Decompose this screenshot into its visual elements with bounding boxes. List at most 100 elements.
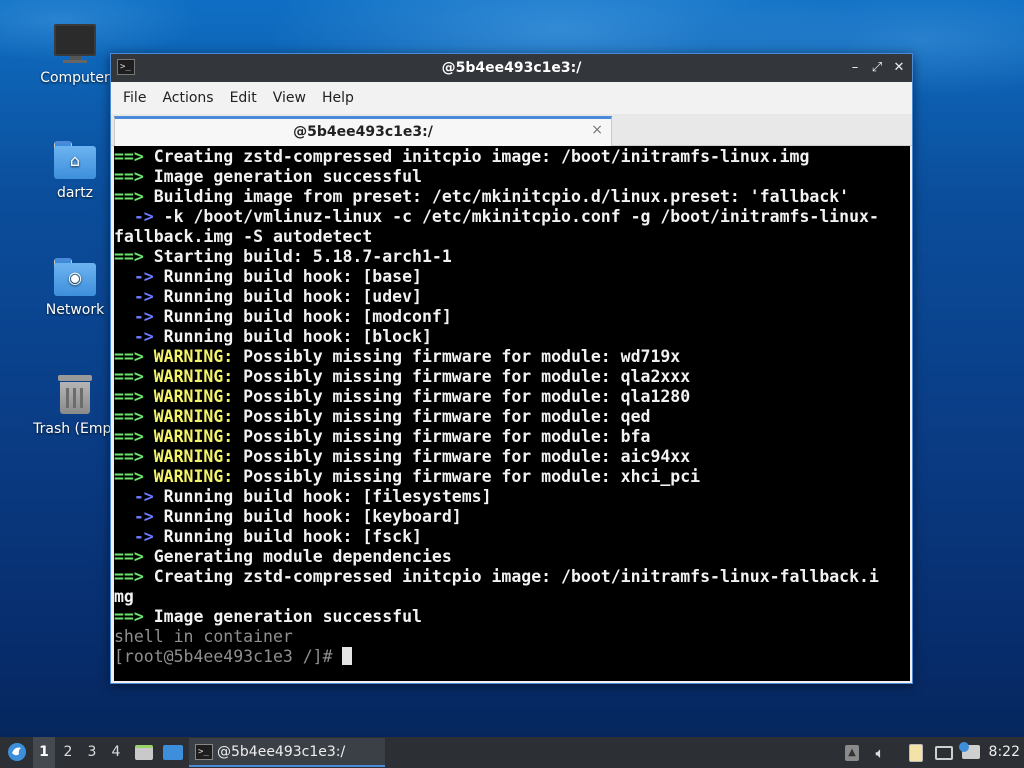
terminal-line: ==> WARNING: Possibly missing firmware f… <box>114 387 910 407</box>
terminal-line: fallback.img -S autodetect <box>114 227 910 247</box>
terminal-window: >_ @5b4ee493c1e3:/ – ⤢ ✕ File Actions Ed… <box>110 53 913 684</box>
line-text: Creating zstd-compressed initcpio image:… <box>143 567 879 586</box>
workspace-4[interactable]: 4 <box>105 737 127 768</box>
terminal-line: -> -k /boot/vmlinuz-linux -c /etc/mkinit… <box>114 207 910 227</box>
sub-arrow: -> <box>114 307 154 326</box>
menu-actions[interactable]: Actions <box>154 90 221 106</box>
terminal-line: ==> Image generation successful <box>114 607 910 627</box>
sub-arrow: -> <box>114 507 154 526</box>
step-arrow: ==> <box>114 567 144 586</box>
line-text: Building image from preset: /etc/mkinitc… <box>143 187 850 206</box>
sub-arrow: -> <box>114 207 154 226</box>
volume-icon[interactable]: 🔈︎ <box>869 742 891 764</box>
terminal-line: ==> Starting build: 5.18.7-arch1-1 <box>114 247 910 267</box>
notification-icon[interactable] <box>959 742 982 764</box>
trash-icon <box>56 373 94 415</box>
text-cursor <box>342 647 353 665</box>
terminal-line: ==> Creating zstd-compressed initcpio im… <box>114 567 910 587</box>
terminal-line: -> Running build hook: [udev] <box>114 287 910 307</box>
line-text: Running build hook: [base] <box>153 267 422 286</box>
step-arrow: ==> <box>114 347 144 366</box>
taskbar: 1 2 3 4 >_ @5b4ee493c1e3:/ ▲ 🔈︎ 8:22 <box>0 737 1024 768</box>
terminal-line: ==> Generating module dependencies <box>114 547 910 567</box>
update-notifier-icon[interactable]: ▲ <box>841 742 863 764</box>
line-text: Creating zstd-compressed initcpio image:… <box>143 147 810 166</box>
terminal-line: ==> Creating zstd-compressed initcpio im… <box>114 147 910 167</box>
line-text: Possibly missing firmware for module: ql… <box>233 387 691 406</box>
app-menu-icon[interactable] <box>4 737 30 768</box>
terminal-output[interactable]: ==> Creating zstd-compressed initcpio im… <box>114 146 910 681</box>
taskbar-terminal-button[interactable]: >_ @5b4ee493c1e3:/ <box>189 738 385 767</box>
terminal-line: ==> WARNING: Possibly missing firmware f… <box>114 407 910 427</box>
window-title: @5b4ee493c1e3:/ <box>441 60 582 76</box>
menu-view[interactable]: View <box>265 90 314 106</box>
shell-prompt-line[interactable]: [root@5b4ee493c1e3 /]# <box>114 647 910 667</box>
terminal-line: ==> Building image from preset: /etc/mki… <box>114 187 910 207</box>
network-folder-icon: ◉ <box>54 258 96 296</box>
terminal-line: -> Running build hook: [base] <box>114 267 910 287</box>
maximize-icon[interactable]: ⤢ <box>868 59 886 77</box>
sub-arrow: -> <box>114 267 154 286</box>
line-text: mg <box>114 587 134 606</box>
warning-label: WARNING: <box>143 387 234 406</box>
step-arrow: ==> <box>114 167 144 186</box>
window-titlebar[interactable]: >_ @5b4ee493c1e3:/ – ⤢ ✕ <box>111 54 912 82</box>
step-arrow: ==> <box>114 247 144 266</box>
step-arrow: ==> <box>114 187 144 206</box>
step-arrow: ==> <box>114 387 144 406</box>
warning-label: WARNING: <box>143 347 234 366</box>
step-arrow: ==> <box>114 447 144 466</box>
warning-label: WARNING: <box>143 447 234 466</box>
close-icon[interactable]: ✕ <box>890 59 908 77</box>
sub-arrow: -> <box>114 327 154 346</box>
step-arrow: ==> <box>114 547 144 566</box>
terminal-line: -> Running build hook: [modconf] <box>114 307 910 327</box>
sub-arrow: -> <box>114 287 154 306</box>
file-manager-icon[interactable] <box>133 737 155 768</box>
warning-label: WARNING: <box>143 367 234 386</box>
menu-help[interactable]: Help <box>314 90 362 106</box>
clock[interactable]: 8:22 <box>989 737 1020 768</box>
network-icon[interactable] <box>933 742 955 764</box>
step-arrow: ==> <box>114 607 144 626</box>
step-arrow: ==> <box>114 367 144 386</box>
terminal-line: -> Running build hook: [fsck] <box>114 527 910 547</box>
line-text: shell in container <box>114 627 293 646</box>
workspace-1[interactable]: 1 <box>33 737 55 768</box>
line-text: Running build hook: [keyboard] <box>153 507 462 526</box>
terminal-app-icon: >_ <box>195 744 213 760</box>
step-arrow: ==> <box>114 467 144 486</box>
menubar: File Actions Edit View Help <box>111 82 912 114</box>
menu-file[interactable]: File <box>115 90 154 106</box>
clipboard-icon[interactable] <box>905 742 927 764</box>
tab-close-icon[interactable]: × <box>591 122 603 138</box>
terminal-line: shell in container <box>114 627 910 647</box>
menu-edit[interactable]: Edit <box>222 90 265 106</box>
terminal-line: ==> Image generation successful <box>114 167 910 187</box>
show-desktop-icon[interactable] <box>161 737 185 768</box>
line-text: Possibly missing firmware for module: ql… <box>233 367 691 386</box>
terminal-line: ==> WARNING: Possibly missing firmware f… <box>114 347 910 367</box>
workspace-3[interactable]: 3 <box>81 737 103 768</box>
minimize-icon[interactable]: – <box>846 59 864 77</box>
tab-terminal[interactable]: @5b4ee493c1e3:/ × <box>114 116 612 146</box>
tab-bar: @5b4ee493c1e3:/ × <box>111 114 912 146</box>
terminal-line: ==> WARNING: Possibly missing firmware f… <box>114 427 910 447</box>
line-text: Possibly missing firmware for module: qe… <box>233 407 651 426</box>
line-text: Running build hook: [fsck] <box>153 527 422 546</box>
line-text: Possibly missing firmware for module: wd… <box>233 347 681 366</box>
taskbar-terminal-label: @5b4ee493c1e3:/ <box>217 744 346 760</box>
line-text: Running build hook: [udev] <box>153 287 422 306</box>
line-text: fallback.img -S autodetect <box>114 227 373 246</box>
warning-label: WARNING: <box>143 467 234 486</box>
terminal-line: ==> WARNING: Possibly missing firmware f… <box>114 447 910 467</box>
computer-icon <box>54 24 96 64</box>
sub-arrow: -> <box>114 527 154 546</box>
workspace-2[interactable]: 2 <box>57 737 79 768</box>
line-text: Image generation successful <box>143 607 422 626</box>
sub-arrow: -> <box>114 487 154 506</box>
line-text: Possibly missing firmware for module: xh… <box>233 467 701 486</box>
step-arrow: ==> <box>114 427 144 446</box>
terminal-line: -> Running build hook: [filesystems] <box>114 487 910 507</box>
terminal-line: ==> WARNING: Possibly missing firmware f… <box>114 467 910 487</box>
